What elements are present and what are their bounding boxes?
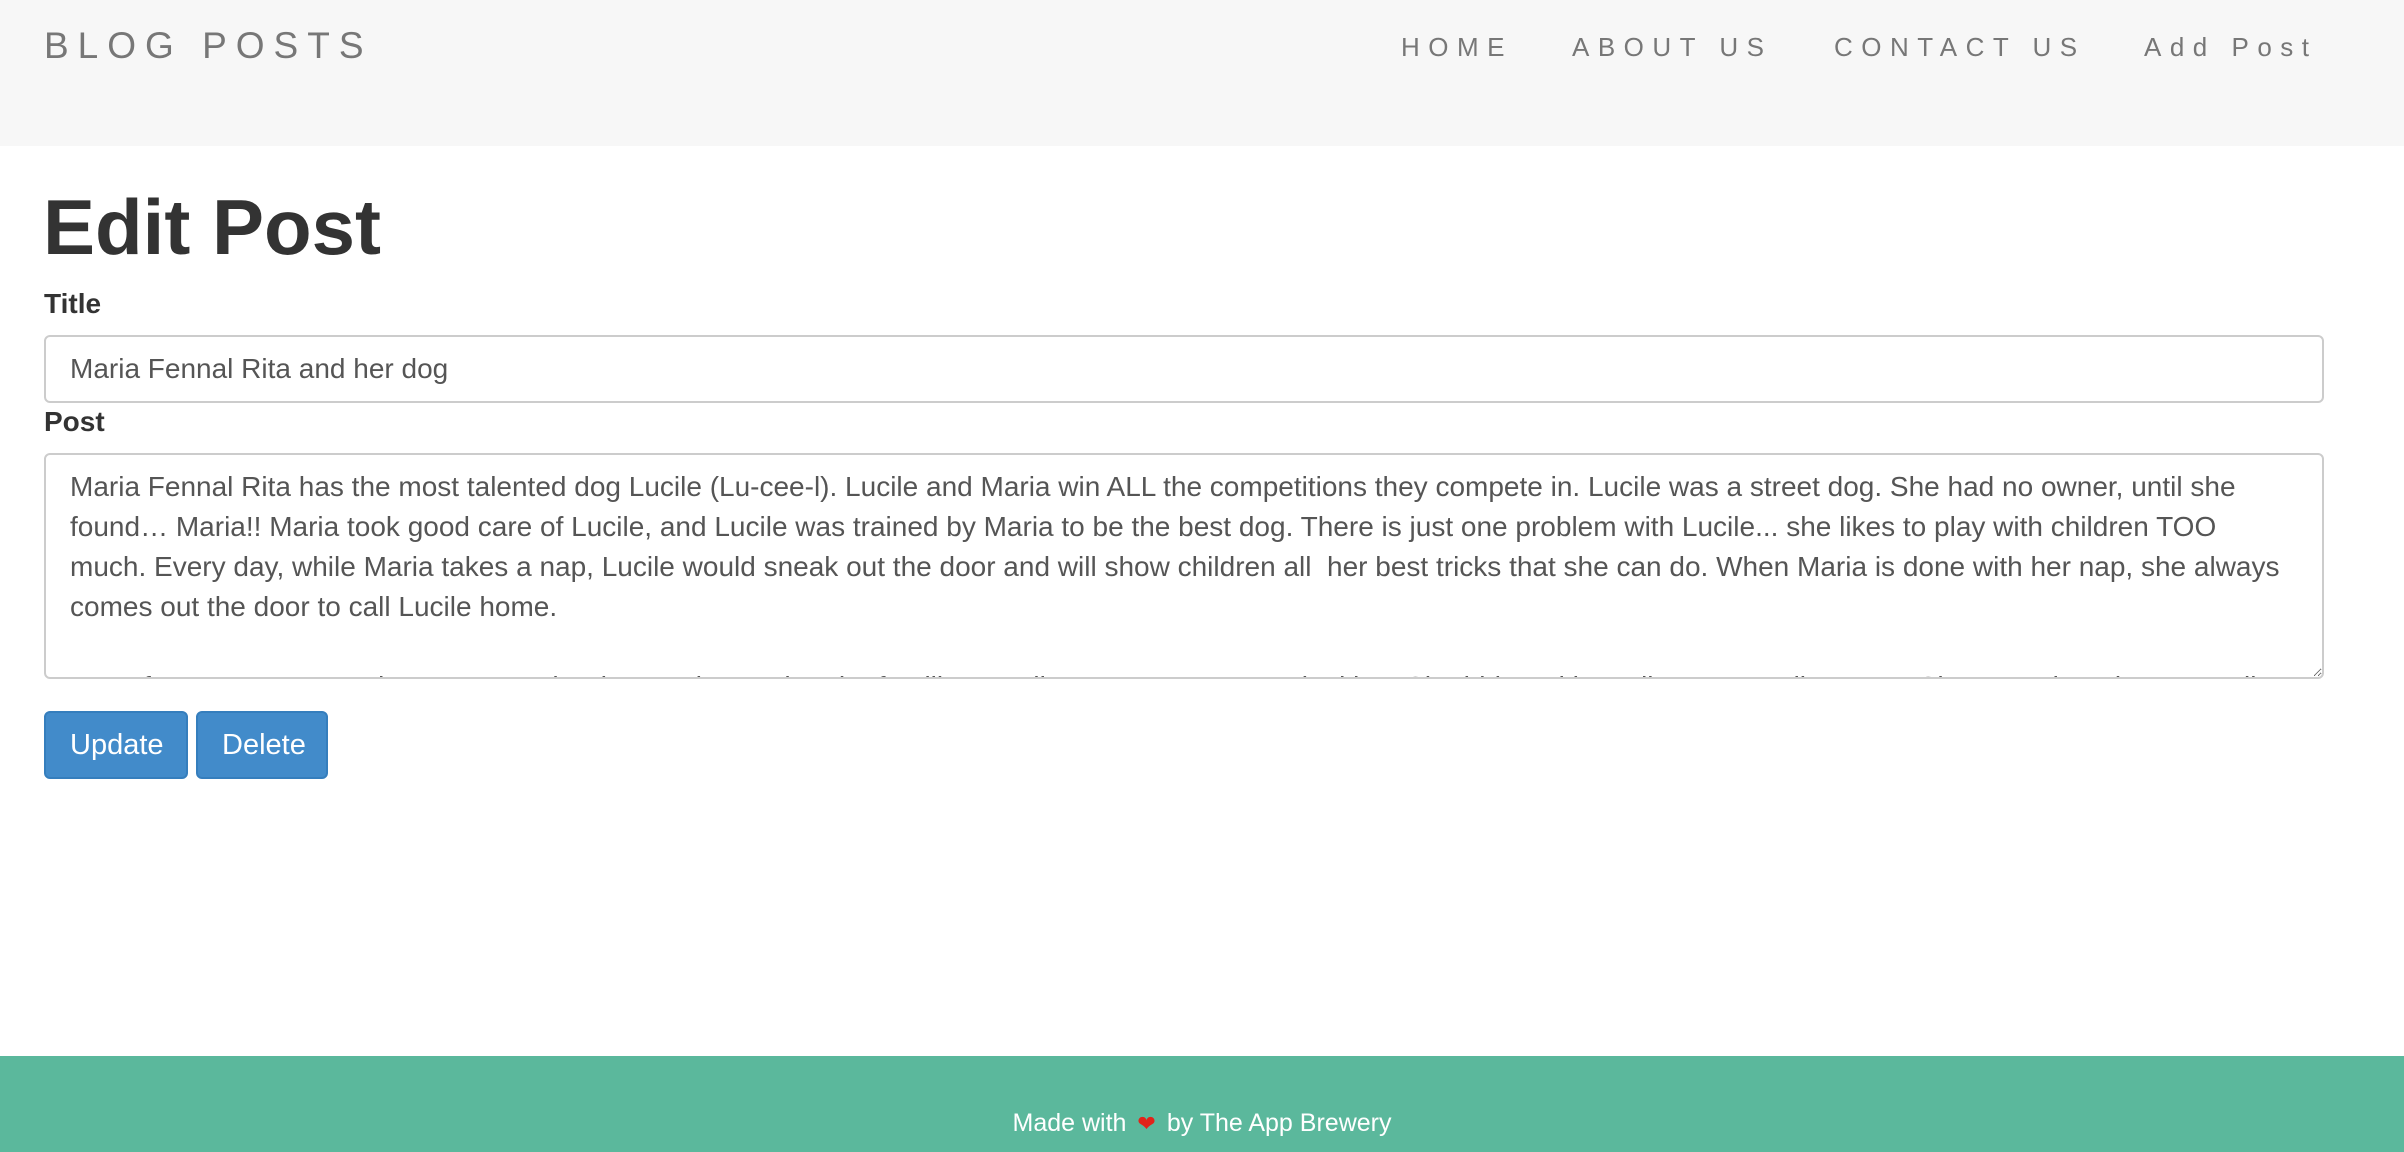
- footer-text: Made with ❤ by The App Brewery: [0, 1108, 2404, 1140]
- nav-contact-link[interactable]: CONTACT US: [1834, 30, 2086, 64]
- nav-menu: HOME ABOUT US CONTACT US Add Post: [0, 30, 2404, 70]
- nav-home-link[interactable]: HOME: [1401, 30, 1513, 64]
- post-textarea[interactable]: Maria Fennal Rita has the most talented …: [44, 453, 2324, 679]
- navbar: BLOG POSTS HOME ABOUT US CONTACT US Add …: [0, 0, 2404, 146]
- page-title: Edit Post: [43, 183, 382, 271]
- post-label: Post: [44, 406, 105, 437]
- title-label: Title: [44, 288, 102, 319]
- delete-button[interactable]: Delete: [196, 711, 328, 779]
- update-button[interactable]: Update: [44, 711, 188, 779]
- heart-icon: ❤: [1137, 1112, 1156, 1137]
- footer-made-with: Made with: [1012, 1109, 1127, 1137]
- title-input[interactable]: [44, 335, 2324, 403]
- footer-credit: by The App Brewery: [1166, 1109, 1392, 1137]
- nav-about-link[interactable]: ABOUT US: [1572, 30, 1772, 64]
- nav-add-post-link[interactable]: Add Post: [2144, 30, 2318, 64]
